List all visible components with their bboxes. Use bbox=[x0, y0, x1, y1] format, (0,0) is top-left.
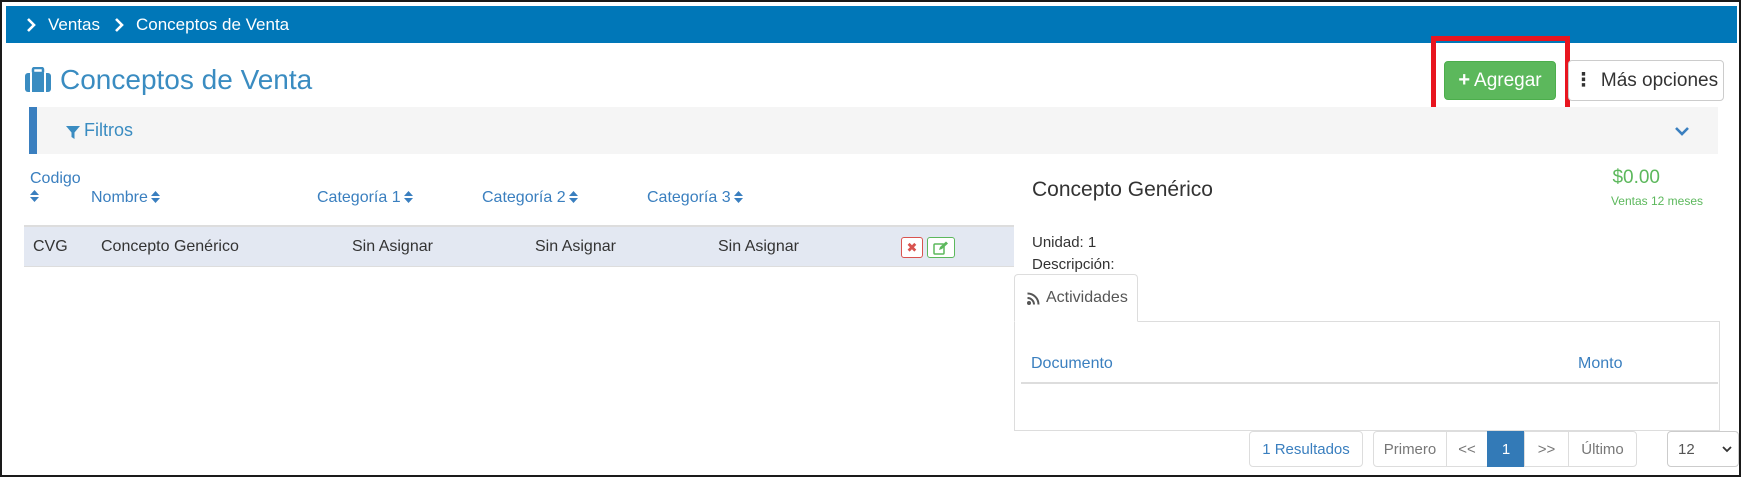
rss-icon bbox=[1027, 292, 1040, 305]
page-next-button[interactable]: >> bbox=[1524, 431, 1569, 467]
results-count: 1 Resultados bbox=[1249, 431, 1363, 467]
column-header-categoria-1[interactable]: Categoría 1 bbox=[317, 189, 413, 207]
cell-categoria-1: Sin Asignar bbox=[352, 238, 433, 255]
detail-unit: Unidad: 1 bbox=[1032, 234, 1097, 251]
concepts-table: Codigo Nombre Categoría 1 Categoría 2 Ca… bbox=[24, 170, 1014, 267]
more-options-label: Más opciones bbox=[1600, 69, 1719, 91]
cell-categoria-2: Sin Asignar bbox=[535, 238, 616, 255]
breadcrumb-item-conceptos[interactable]: Conceptos de Venta bbox=[112, 15, 289, 35]
column-label: Codigo bbox=[30, 170, 81, 187]
cell-categoria-3: Sin Asignar bbox=[718, 238, 799, 255]
add-button[interactable]: + Agregar bbox=[1444, 61, 1556, 100]
ellipsis-vertical-icon: ⋮ bbox=[1573, 70, 1593, 91]
filters-panel[interactable]: Filtros bbox=[29, 107, 1718, 154]
page-last-button[interactable]: Último bbox=[1568, 431, 1637, 467]
page-current-button[interactable]: 1 bbox=[1487, 431, 1525, 467]
briefcase-icon bbox=[24, 66, 52, 93]
tab-label: Actividades bbox=[1046, 289, 1128, 306]
column-header-monto[interactable]: Monto bbox=[1578, 355, 1622, 373]
more-options-button[interactable]: ⋮ Más opciones bbox=[1568, 60, 1724, 101]
chevron-right-icon bbox=[24, 17, 38, 32]
cell-nombre: Concepto Genérico bbox=[101, 238, 239, 255]
sort-icon bbox=[30, 190, 39, 202]
page-title: Conceptos de Venta bbox=[24, 64, 312, 96]
chevron-down-icon[interactable] bbox=[1674, 123, 1690, 137]
detail-title: Concepto Genérico bbox=[1032, 178, 1213, 201]
cell-codigo: CVG bbox=[33, 238, 68, 255]
plus-icon: + bbox=[1458, 69, 1471, 91]
detail-amount: $0.00 bbox=[1612, 167, 1660, 188]
tab-actividades[interactable]: Actividades bbox=[1014, 274, 1138, 322]
breadcrumb-label: Conceptos de Venta bbox=[136, 14, 290, 34]
page-prev-button[interactable]: << bbox=[1446, 431, 1488, 467]
breadcrumb-item-ventas[interactable]: Ventas bbox=[24, 15, 100, 35]
sort-icon bbox=[568, 191, 578, 203]
edit-button[interactable] bbox=[927, 237, 955, 258]
breadcrumb-label: Ventas bbox=[48, 14, 100, 34]
column-header-nombre[interactable]: Nombre bbox=[91, 189, 160, 207]
close-icon: ✖ bbox=[906, 239, 918, 255]
table-row[interactable]: CVG Concepto Genérico Sin Asignar Sin As… bbox=[24, 227, 1014, 267]
column-label: Nombre bbox=[91, 189, 148, 206]
edit-icon bbox=[933, 241, 948, 255]
sort-icon bbox=[150, 191, 160, 203]
column-label: Categoría 1 bbox=[317, 189, 401, 206]
column-label: Categoría 3 bbox=[647, 189, 731, 206]
column-header-categoria-2[interactable]: Categoría 2 bbox=[482, 189, 578, 207]
page-size-select[interactable]: 12 bbox=[1667, 431, 1739, 467]
pagination: Primero << 1 >> Último bbox=[1373, 431, 1637, 467]
chevron-down-icon bbox=[1722, 446, 1732, 453]
column-header-codigo[interactable]: Codigo bbox=[30, 170, 81, 206]
page-size-value: 12 bbox=[1678, 440, 1695, 458]
column-header-categoria-3[interactable]: Categoría 3 bbox=[647, 189, 743, 207]
sort-icon bbox=[733, 191, 743, 203]
app-frame: Ventas Conceptos de Venta Conceptos de V… bbox=[0, 0, 1741, 477]
chevron-right-icon bbox=[112, 17, 126, 32]
delete-button[interactable]: ✖ bbox=[901, 237, 923, 258]
sort-icon bbox=[403, 191, 413, 203]
add-button-label: Agregar bbox=[1474, 69, 1542, 91]
page-title-text: Conceptos de Venta bbox=[60, 64, 313, 95]
column-label: Categoría 2 bbox=[482, 189, 566, 206]
filter-icon bbox=[66, 124, 80, 139]
activities-table-header: Documento Monto bbox=[1021, 344, 1718, 384]
filters-label: Filtros bbox=[84, 120, 133, 140]
table-header: Codigo Nombre Categoría 1 Categoría 2 Ca… bbox=[24, 170, 1014, 227]
detail-description: Descripción: bbox=[1032, 256, 1115, 273]
page-first-button[interactable]: Primero bbox=[1373, 431, 1447, 467]
detail-amount-label: Ventas 12 meses bbox=[1610, 194, 1703, 208]
column-header-documento[interactable]: Documento bbox=[1031, 355, 1113, 373]
